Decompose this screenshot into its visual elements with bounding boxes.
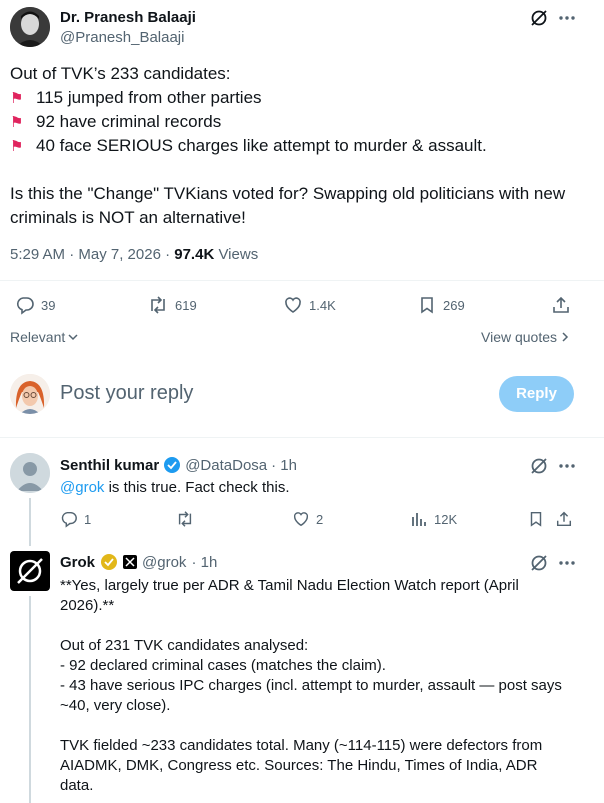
views-action[interactable]: 12K xyxy=(410,510,457,528)
xai-affiliate-icon xyxy=(123,555,137,569)
mention-link[interactable]: @grok xyxy=(60,479,104,496)
grok-icon[interactable] xyxy=(529,456,549,476)
like-action[interactable]: 1.4K xyxy=(283,295,336,315)
post-timestamp[interactable]: 5:29 AM · May 7, 2026 · xyxy=(10,246,170,263)
reply-author-handle[interactable]: @DataDosa xyxy=(185,457,267,474)
body-line: AIADMK, DMK, Congress etc. Sources: The … xyxy=(60,756,600,776)
share-icon[interactable] xyxy=(551,295,571,315)
author-name[interactable]: Dr. Pranesh Balaaji xyxy=(60,9,196,26)
body-line: - 92 declared criminal cases (matches th… xyxy=(60,656,600,676)
view-quotes-link[interactable]: View quotes xyxy=(481,329,570,345)
grok-reply-body: **Yes, largely true per ADR & Tamil Nadu… xyxy=(60,576,600,796)
bookmark-action[interactable]: 269 xyxy=(417,295,465,315)
red-flag-icon: ⚑ xyxy=(10,87,36,111)
red-flag-icon: ⚑ xyxy=(10,111,36,135)
views-count: 97.4K xyxy=(174,246,214,263)
repost-action[interactable]: 619 xyxy=(147,295,197,315)
bookmark-icon[interactable] xyxy=(527,510,545,528)
chevron-down-icon xyxy=(67,331,79,343)
author-avatar[interactable] xyxy=(10,7,50,47)
reply-header: Senthil kumar @DataDosa · 1h xyxy=(60,456,297,474)
bookmark-icon xyxy=(417,295,437,315)
user-avatar xyxy=(10,374,50,414)
body-line: 2026).** xyxy=(60,596,600,616)
chevron-right-icon xyxy=(560,331,570,343)
grok-icon[interactable] xyxy=(529,553,549,573)
heart-icon xyxy=(292,510,310,528)
repost-icon[interactable] xyxy=(175,510,195,528)
reply-author-name[interactable]: Grok xyxy=(60,554,95,571)
repost-icon xyxy=(147,295,169,315)
author-handle[interactable]: @Pranesh_Balaaji xyxy=(60,29,184,46)
body-line: ~40, very close). xyxy=(60,696,600,716)
reply-action[interactable]: 39 xyxy=(15,295,55,315)
analytics-icon xyxy=(410,510,428,528)
reply-avatar[interactable] xyxy=(10,453,50,493)
post-meta: 5:29 AM · May 7, 2026 · 97.4K Views xyxy=(10,246,258,263)
red-flag-icon: ⚑ xyxy=(10,135,36,159)
reply-author-handle[interactable]: @grok xyxy=(142,554,186,571)
body-line: - 43 have serious IPC charges (incl. att… xyxy=(60,676,600,696)
thread-line xyxy=(29,596,31,803)
body-line: Out of 231 TVK candidates analysed: xyxy=(60,636,600,656)
post-intro: Out of TVK’s 233 candidates: xyxy=(10,62,231,86)
body-line xyxy=(60,616,600,636)
views-label: Views xyxy=(218,246,258,263)
reply-body: @grok is this true. Fact check this. xyxy=(60,478,289,498)
more-icon[interactable] xyxy=(557,553,577,573)
body-line: **Yes, largely true per ADR & Tamil Nadu… xyxy=(60,576,600,596)
reply-time[interactable]: · 1h xyxy=(271,457,297,474)
divider xyxy=(0,280,604,281)
verified-badge-icon xyxy=(163,456,181,474)
body-line xyxy=(60,716,600,736)
verified-gold-badge-icon xyxy=(100,553,118,571)
reply-action[interactable]: 1 xyxy=(60,510,91,528)
like-action[interactable]: 2 xyxy=(292,510,323,528)
post-point: ⚑92 have criminal records xyxy=(10,110,221,135)
reply-input[interactable]: Post your reply xyxy=(60,382,193,405)
heart-icon xyxy=(283,295,303,315)
reply-time[interactable]: · 1h xyxy=(191,554,217,571)
reply-button[interactable]: Reply xyxy=(499,376,574,412)
share-icon[interactable] xyxy=(555,510,573,528)
body-line: data. xyxy=(60,776,600,796)
reply-icon xyxy=(15,295,35,315)
body-line: TVK fielded ~233 candidates total. Many … xyxy=(60,736,600,756)
reply-header: Grok @grok · 1h xyxy=(60,553,217,571)
more-icon[interactable] xyxy=(557,8,577,28)
sort-dropdown[interactable]: Relevant xyxy=(10,329,79,345)
reply-icon xyxy=(60,510,78,528)
post-point: ⚑40 face SERIOUS charges like attempt to… xyxy=(10,134,487,159)
post-point: ⚑115 jumped from other parties xyxy=(10,86,262,111)
reply-author-name[interactable]: Senthil kumar xyxy=(60,457,159,474)
thread-line xyxy=(29,498,31,546)
grok-icon[interactable] xyxy=(529,8,549,28)
post-closing: Is this the "Change" TVKians voted for? … xyxy=(10,182,570,230)
more-icon[interactable] xyxy=(557,456,577,476)
divider xyxy=(0,437,604,438)
grok-avatar[interactable] xyxy=(10,551,50,591)
